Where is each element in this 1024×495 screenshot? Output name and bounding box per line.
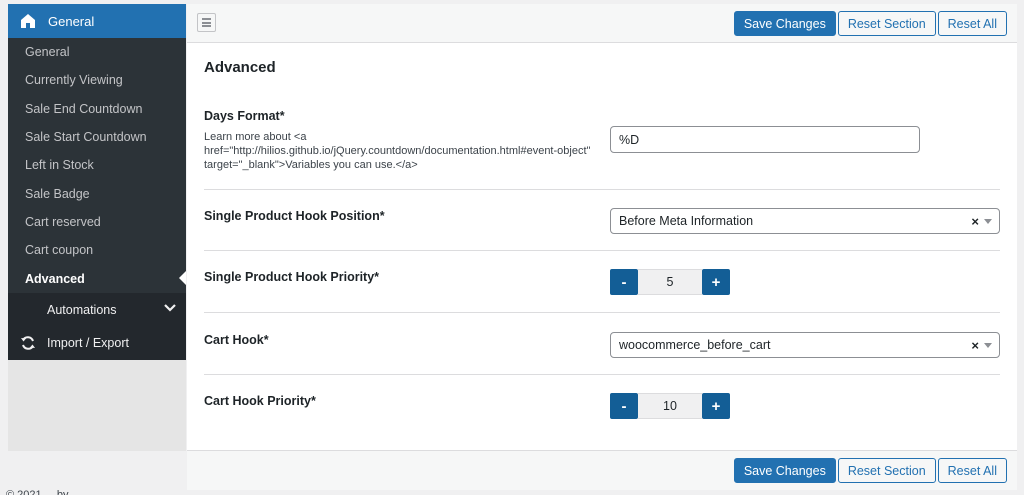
sidebar-header-label: General (48, 13, 95, 29)
increment-button[interactable]: + (702, 269, 730, 295)
days-format-description: Learn more about <a href="http://hilios.… (204, 131, 591, 171)
days-format-label: Days Format* (204, 109, 285, 123)
sidebar-item-label: Left in Stock (25, 158, 94, 173)
sidebar-item-general-header[interactable]: General (8, 4, 186, 38)
options-sidebar: General General Currently Viewing Sale E… (8, 4, 186, 451)
sidebar-item-label: Currently Viewing (25, 73, 123, 88)
cart-hook-label: Cart Hook* (204, 333, 269, 347)
cart-hook-select[interactable]: woocommerce_before_cart × (610, 332, 1000, 358)
home-icon (21, 14, 35, 28)
sidebar-item-sale-badge[interactable]: Sale Badge (8, 179, 186, 207)
single-hook-priority-input[interactable]: 5 (638, 269, 702, 295)
sidebar-item-cart-reserved[interactable]: Cart reserved (8, 208, 186, 236)
cart-hook-value: woocommerce_before_cart (619, 338, 771, 352)
sidebar-item-label: Cart coupon (25, 243, 94, 258)
save-changes-button-top[interactable]: Save Changes (733, 11, 836, 36)
top-toolbar: Save Changes Reset Section Reset All (187, 4, 1017, 43)
single-hook-position-value: Before Meta Information (619, 214, 754, 228)
sidebar-item-automations[interactable]: Automations (8, 292, 186, 327)
bottom-button-group: Save Changes Reset Section Reset All (733, 458, 1007, 483)
sidebar-item-label: Cart reserved (25, 214, 101, 229)
reset-section-button-bottom[interactable]: Reset Section (837, 458, 936, 483)
chevron-down-icon (164, 303, 176, 312)
sidebar-submenu: General Currently Viewing Sale End Count… (8, 38, 186, 293)
clear-selection-icon[interactable]: × (971, 338, 979, 353)
refresh-icon (21, 336, 35, 350)
cart-hook-priority-label: Cart Hook Priority* (204, 394, 316, 408)
section-title: Advanced (204, 59, 276, 76)
sidebar-item-advanced[interactable]: Advanced (8, 264, 186, 292)
expand-options-button[interactable] (197, 13, 216, 32)
single-hook-priority-stepper: - 5 + (610, 269, 730, 295)
cart-hook-priority-row: Cart Hook Priority* - 10 + (204, 375, 1000, 445)
settings-panel: Advanced Days Format* Learn more about <… (187, 43, 1017, 450)
clear-selection-icon[interactable]: × (971, 214, 979, 229)
sidebar-item-label: Sale Badge (25, 186, 90, 201)
bottom-toolbar: Save Changes Reset Section Reset All (187, 450, 1017, 490)
cart-hook-priority-stepper: - 10 + (610, 393, 730, 419)
sidebar-item-sale-start-countdown[interactable]: Sale Start Countdown (8, 123, 186, 151)
days-format-value: %D (619, 132, 640, 147)
sidebar-item-import-export[interactable]: Import / Export (8, 326, 186, 360)
sidebar-item-currently-viewing[interactable]: Currently Viewing (8, 66, 186, 94)
sidebar-item-label: Advanced (25, 271, 85, 286)
cart-hook-row: Cart Hook* woocommerce_before_cart × (204, 313, 1000, 375)
decrement-button[interactable]: - (610, 393, 638, 419)
top-button-group: Save Changes Reset Section Reset All (733, 11, 1007, 36)
decrement-button[interactable]: - (610, 269, 638, 295)
dropdown-arrow-icon[interactable] (984, 219, 992, 224)
cart-hook-priority-input[interactable]: 10 (638, 393, 702, 419)
sidebar-item-label: Import / Export (47, 336, 129, 351)
sidebar-item-label: Sale End Countdown (25, 101, 143, 116)
save-changes-button-bottom[interactable]: Save Changes (733, 458, 836, 483)
single-hook-priority-label: Single Product Hook Priority* (204, 270, 380, 284)
sidebar-item-cart-coupon[interactable]: Cart coupon (8, 236, 186, 264)
sidebar-item-label: Sale Start Countdown (25, 130, 147, 145)
single-hook-priority-row: Single Product Hook Priority* - 5 + (204, 251, 1000, 313)
single-hook-position-row: Single Product Hook Position* Before Met… (204, 190, 1000, 251)
days-format-row: Days Format* Learn more about <a href="h… (204, 99, 1000, 190)
sidebar-item-label: Automations (47, 302, 117, 317)
dropdown-arrow-icon[interactable] (984, 343, 992, 348)
sidebar-item-sale-end-countdown[interactable]: Sale End Countdown (8, 95, 186, 123)
sidebar-item-general[interactable]: General (8, 38, 186, 66)
footer-copyright: © 2021 ... by ... (6, 489, 81, 495)
reset-section-button-top[interactable]: Reset Section (837, 11, 936, 36)
reset-all-button-top[interactable]: Reset All (937, 11, 1007, 36)
increment-button[interactable]: + (702, 393, 730, 419)
single-hook-position-label: Single Product Hook Position* (204, 209, 385, 223)
reset-all-button-bottom[interactable]: Reset All (937, 458, 1007, 483)
sidebar-item-left-in-stock[interactable]: Left in Stock (8, 151, 186, 179)
sidebar-item-label: General (25, 45, 70, 60)
single-hook-position-select[interactable]: Before Meta Information × (610, 208, 1000, 234)
expand-icon (202, 18, 211, 27)
days-format-input[interactable]: %D (610, 126, 920, 153)
